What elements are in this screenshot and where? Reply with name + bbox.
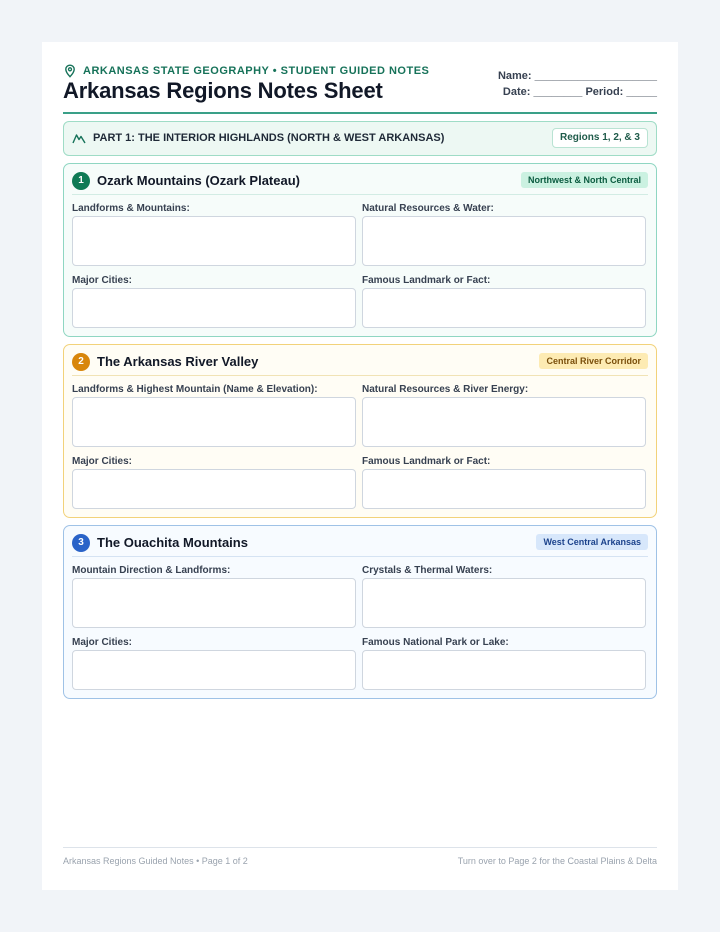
part-title: PART 1: THE INTERIOR HIGHLANDS (NORTH & … xyxy=(93,132,445,144)
answer-box-landforms[interactable] xyxy=(72,397,356,447)
kicker: ARKANSAS STATE GEOGRAPHY • STUDENT GUIDE… xyxy=(63,64,429,78)
region-card-ozark: 1 Ozark Mountains (Ozark Plateau) Northw… xyxy=(63,163,657,337)
answer-box-landmark[interactable] xyxy=(362,288,646,328)
part-badge: Regions 1, 2, & 3 xyxy=(551,128,648,148)
footer-left: Arkansas Regions Guided Notes • Page 1 o… xyxy=(63,856,248,866)
field-label: Crystals & Thermal Waters: xyxy=(362,565,493,576)
field-label: Major Cities: xyxy=(72,637,133,648)
answer-box-park[interactable] xyxy=(362,650,646,690)
part-banner: PART 1: THE INTERIOR HIGHLANDS (NORTH & … xyxy=(63,121,657,156)
region-number-badge: 3 xyxy=(72,534,90,552)
answer-box-cities[interactable] xyxy=(72,650,356,690)
map-pin-icon xyxy=(65,64,75,78)
region-number-badge: 1 xyxy=(72,172,90,190)
field-label: Major Cities: xyxy=(72,456,133,467)
region-title: Ozark Mountains (Ozark Plateau) xyxy=(97,173,300,188)
divider xyxy=(72,375,648,376)
region-card-ouachita: 3 The Ouachita Mountains West Central Ar… xyxy=(63,525,657,699)
student-fields: Name: ____________________ Date: _______… xyxy=(498,68,657,100)
mountain-icon xyxy=(72,134,86,144)
region-location-badge: West Central Arkansas xyxy=(536,534,648,550)
answer-box-resources[interactable] xyxy=(362,216,646,266)
field-label: Famous National Park or Lake: xyxy=(362,637,509,648)
region-title: The Arkansas River Valley xyxy=(97,354,259,369)
field-label: Famous Landmark or Fact: xyxy=(362,275,491,286)
divider xyxy=(72,194,648,195)
page-header: ARKANSAS STATE GEOGRAPHY • STUDENT GUIDE… xyxy=(63,64,657,114)
name-field[interactable]: Name: ____________________ xyxy=(498,68,657,84)
field-label: Natural Resources & River Energy: xyxy=(362,384,529,395)
page-footer: Arkansas Regions Guided Notes • Page 1 o… xyxy=(63,847,657,867)
field-label: Landforms & Highest Mountain (Name & Ele… xyxy=(72,384,318,395)
region-title: The Ouachita Mountains xyxy=(97,535,248,550)
answer-box-cities[interactable] xyxy=(72,288,356,328)
field-label: Landforms & Mountains: xyxy=(72,203,190,214)
answer-box-landmark[interactable] xyxy=(362,469,646,509)
region-location-badge: Central River Corridor xyxy=(539,353,648,369)
region-card-river-valley: 2 The Arkansas River Valley Central Rive… xyxy=(63,344,657,518)
region-location-badge: Northwest & North Central xyxy=(520,172,648,188)
divider xyxy=(72,556,648,557)
answer-box-landforms[interactable] xyxy=(72,216,356,266)
answer-box-cities[interactable] xyxy=(72,469,356,509)
kicker-text: ARKANSAS STATE GEOGRAPHY • STUDENT GUIDE… xyxy=(83,65,430,77)
worksheet-page: ARKANSAS STATE GEOGRAPHY • STUDENT GUIDE… xyxy=(42,42,678,890)
footer-right: Turn over to Page 2 for the Coastal Plai… xyxy=(457,856,657,866)
region-number-badge: 2 xyxy=(72,353,90,371)
page-title: Arkansas Regions Notes Sheet xyxy=(63,78,383,103)
date-period-field[interactable]: Date: ________ Period: _____ xyxy=(498,84,657,100)
field-label: Natural Resources & Water: xyxy=(362,203,494,214)
answer-box-landforms[interactable] xyxy=(72,578,356,628)
field-label: Major Cities: xyxy=(72,275,133,286)
answer-box-crystals[interactable] xyxy=(362,578,646,628)
answer-box-resources[interactable] xyxy=(362,397,646,447)
field-label: Famous Landmark or Fact: xyxy=(362,456,491,467)
field-label: Mountain Direction & Landforms: xyxy=(72,565,231,576)
